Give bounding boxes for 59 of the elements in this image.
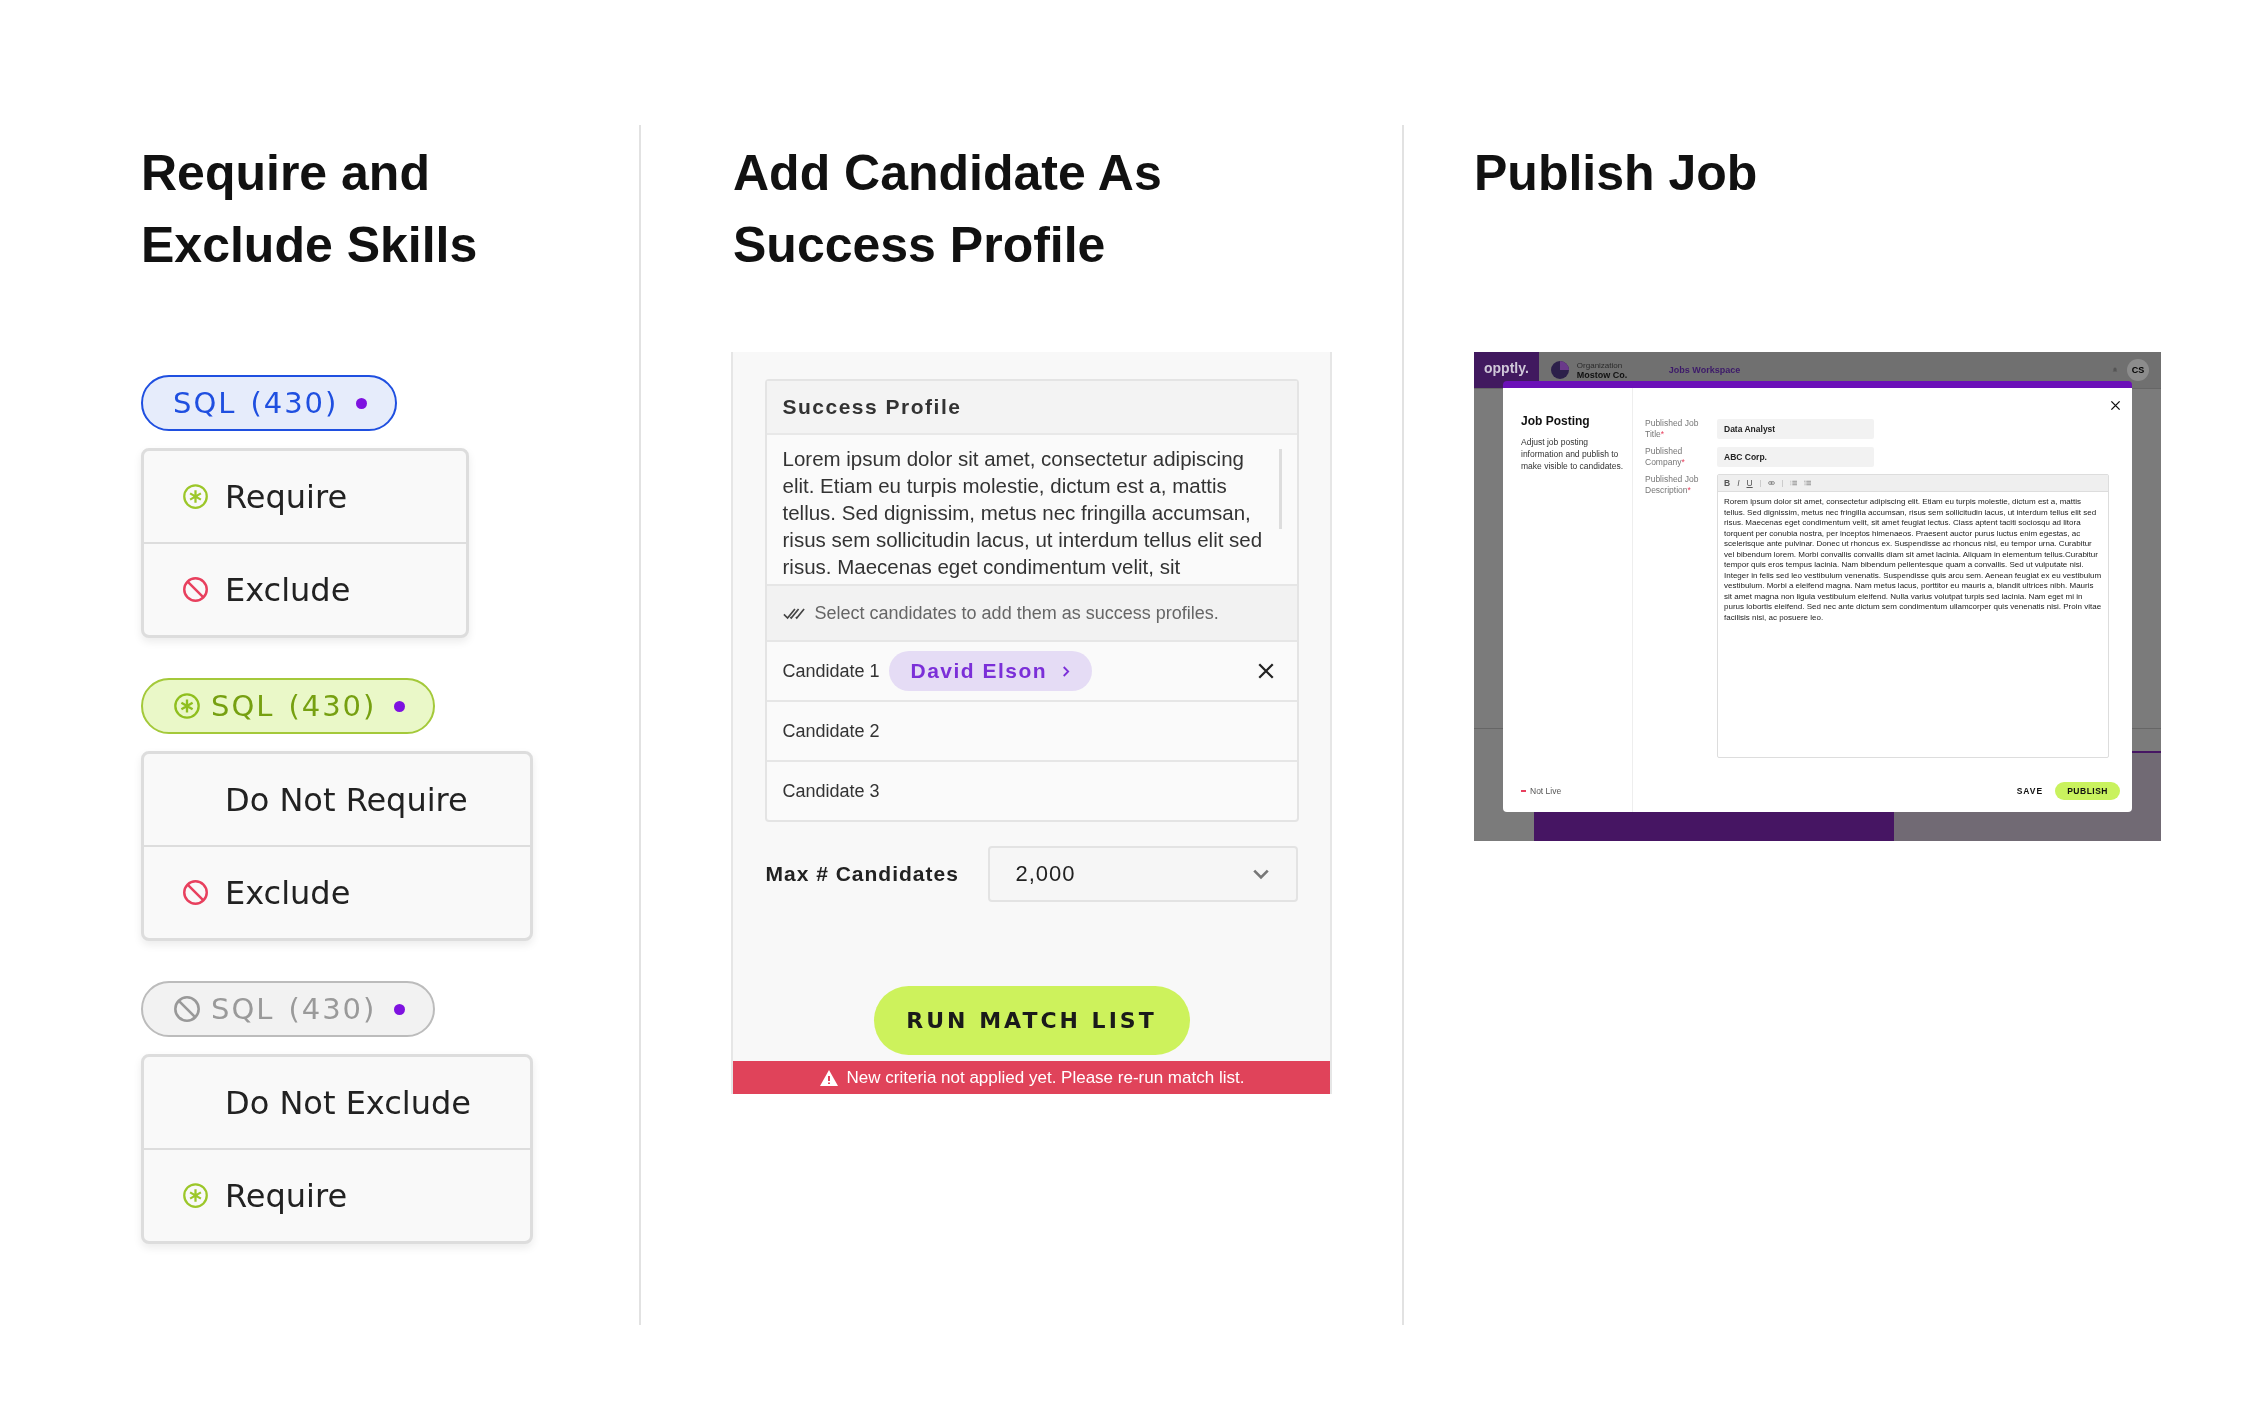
candidate-label: Candidate 2 — [782, 720, 881, 742]
menu-item[interactable]: Exclude — [144, 542, 466, 635]
section-title: Add Candidate As Success Profile — [733, 144, 1163, 275]
field-label: Published Job Description* — [1645, 474, 1700, 496]
org-name[interactable]: Mostow Co. — [1576, 369, 1647, 380]
status-indicator — [1521, 790, 1526, 792]
asterisk-circle-icon — [173, 692, 201, 720]
close-icon[interactable] — [2110, 400, 2121, 411]
link-icon[interactable] — [1767, 480, 1775, 486]
warning-icon — [818, 1068, 839, 1087]
prohibited-icon — [182, 576, 209, 603]
format-button[interactable]: I — [1737, 478, 1740, 488]
caret-icon — [1251, 868, 1270, 880]
status-text: Not Live — [1530, 786, 1562, 796]
skill-chip[interactable]: SQL (430) — [141, 375, 398, 431]
modal-title: Job Posting — [1521, 414, 1591, 428]
field-label: Published Job Title* — [1645, 418, 1700, 440]
chevron-icon — [1061, 664, 1071, 678]
prohibited-icon — [173, 995, 201, 1023]
menu-item[interactable]: Require — [144, 451, 466, 542]
publish-button[interactable]: PUBLISH — [2055, 782, 2120, 800]
input-field[interactable]: Data Analyst — [1717, 419, 1874, 439]
section-title: Require and Exclude Skills — [141, 144, 479, 275]
menu-item[interactable]: Require — [144, 1148, 530, 1241]
prohibited-icon — [182, 879, 209, 906]
menu-item[interactable]: Do Not Exclude — [144, 1057, 530, 1148]
hint-text: Select candidates to add them as success profiles. — [814, 602, 1219, 624]
close-icon[interactable] — [1256, 662, 1275, 680]
menu-item[interactable]: Exclude — [144, 845, 530, 938]
dot-icon — [394, 1003, 406, 1015]
org-label: Organization — [1576, 360, 1624, 370]
modal-description: Adjust job posting information and publish to make visible to candidates. — [1521, 436, 1625, 472]
candidate-chip[interactable]: David Elson — [888, 651, 1093, 691]
save-button[interactable]: SAVE — [2016, 786, 2044, 796]
dot-icon — [394, 700, 406, 712]
menu-item[interactable]: Do Not Require — [144, 754, 530, 845]
asterisk-circle-icon — [182, 483, 209, 510]
text-editor[interactable] — [1717, 474, 2109, 758]
card-title: Success Profile — [766, 381, 1297, 435]
asterisk-circle-icon — [182, 1182, 209, 1209]
select-field[interactable]: 2,000 — [987, 846, 1298, 902]
candidate-label: Candidate 1 — [782, 660, 881, 682]
description-text: Rorem ipsum dolor sit amet, consectetur adipiscing elit. Etiam eu turpis molestie, dictum est a, mattis tellus. Sed dignissim, metus nec fringilla accumsan, risus sem sollicitudin lacus, ut interdum tellus elit sed risus. Maecenas eget condimentum velit, sit amet feugiat lectus. Class aptent taciti sociosqu ad litora torquent per conubia nostra, per inceptos himenaeos. Praesent auctor purus luctus enim egestas, ac scelerisque ante pulvinar. Donec ut rhoncus ex. Suspendisse ac rhoncus nisl, eu tempor urna. Curabitur vel bibendum lorem. Morbi convallis convallis diam sit amet lacinia. Aliquam in elementum tellus.Curabitur tempor quis eros tempus lacinia. Nam bibendum pellentesque quam a convallis. Sed ut vulputate nisi. Integer in felis sed leo vestibulum venenatis. Suspendisse quis arcu sem. Aenean feugiat ex eu vestibulum vestibulum. Morbi a eleifend magna. Nam metus lacus, porttitor eu mauris a, blandit ultrices nibh. Mauris sit amet magna non ligula vestibulum eleifend. Nulla varius volutpat turpis sed lacinia. Nam eget mi in purus lobortis eleifend. Sed nec ante dictum sem condimentum ullamcorper quis venenatis nisi. Proin vitae facilisis nisi, ac posuere leo. — [1723, 496, 2103, 624]
section-title: Publish Job — [1474, 144, 1758, 203]
dot-icon — [356, 397, 368, 409]
double-check-icon — [782, 605, 805, 621]
org-logo-icon — [1550, 361, 1569, 379]
field-label: Max # Candidates — [765, 862, 960, 886]
description-text: Lorem ipsum dolor sit amet, consectetur adipiscing elit. Etiam eu turpis molestie, dictum est a, mattis tellus. Sed dignissim, metus nec fringilla accumsan, risus sem sollicitudin lacus, ut interdum tellus elit sed risus. Maecenas eget condimentum velit, sit — [782, 446, 1264, 580]
bullet-list-icon[interactable] — [1789, 480, 1797, 486]
field-label: Published Company* — [1645, 446, 1686, 468]
numbered-list-icon[interactable] — [1803, 480, 1811, 486]
format-button[interactable]: U — [1746, 478, 1753, 488]
input-field[interactable]: ABC Corp. — [1717, 447, 1874, 467]
candidate-label: Candidate 3 — [782, 780, 881, 802]
avatar[interactable]: CS — [2127, 359, 2149, 381]
run-button[interactable]: RUN MATCH LIST — [873, 986, 1190, 1055]
warning-text: New criteria not applied yet. Please re-run match list. — [846, 1067, 1245, 1088]
format-button[interactable]: B — [1724, 478, 1731, 488]
